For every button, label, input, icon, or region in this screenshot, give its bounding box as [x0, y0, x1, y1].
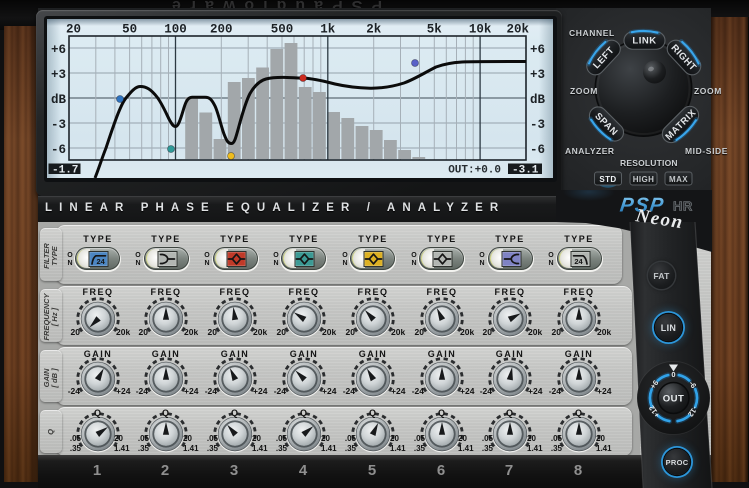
svg-text:-3: -3	[530, 118, 545, 132]
svg-text:-6: -6	[530, 143, 545, 157]
svg-text:20k: 20k	[506, 23, 529, 37]
svg-text:-6: -6	[51, 143, 66, 157]
svg-text:200: 200	[210, 23, 233, 37]
svg-text:-3.1: -3.1	[512, 165, 539, 177]
svg-text:1k: 1k	[320, 23, 336, 37]
svg-text:LINK: LINK	[632, 36, 656, 47]
svg-text:0: 0	[671, 370, 675, 379]
svg-text:-3: -3	[51, 118, 66, 132]
svg-text:STD: STD	[599, 175, 616, 184]
svg-text:50: 50	[122, 23, 137, 37]
svg-text:+3: +3	[51, 68, 66, 82]
svg-text:100: 100	[164, 23, 187, 37]
svg-text:dB: dB	[51, 93, 67, 107]
svg-text:OUT: OUT	[663, 394, 685, 405]
svg-text:5k: 5k	[427, 23, 443, 37]
svg-text:500: 500	[271, 23, 294, 37]
svg-text:+6: +6	[51, 43, 66, 57]
svg-text:2k: 2k	[366, 23, 382, 37]
svg-text:-1.7: -1.7	[52, 165, 78, 177]
svg-text:dB: dB	[530, 93, 546, 107]
svg-text:+3: +3	[530, 68, 545, 82]
svg-text:20: 20	[66, 23, 81, 37]
svg-text:OUT:+0.0: OUT:+0.0	[448, 165, 501, 177]
svg-text:MAX: MAX	[669, 175, 688, 184]
svg-text:HIGH: HIGH	[633, 175, 655, 184]
svg-text:24: 24	[97, 257, 106, 266]
svg-text:10k: 10k	[469, 23, 492, 37]
svg-text:+6: +6	[530, 43, 545, 57]
